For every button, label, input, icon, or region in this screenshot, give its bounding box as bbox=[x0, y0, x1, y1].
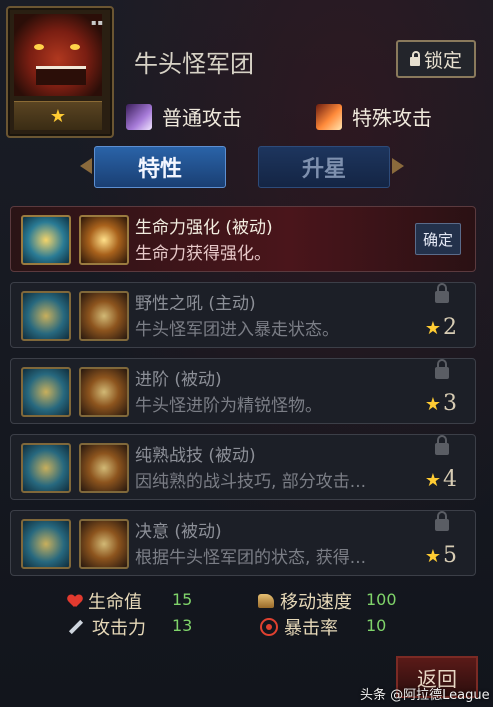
stat-attack-value: 13 bbox=[172, 616, 193, 635]
star-icon: ★ bbox=[49, 105, 67, 127]
skill-row[interactable]: 野性之吼 (主动) 牛头怪军团进入暴走状态。 ★2 bbox=[10, 282, 476, 348]
burst-icon bbox=[79, 291, 129, 341]
lock-icon bbox=[409, 50, 420, 66]
skill-required-stars: ★5 bbox=[424, 543, 457, 568]
hero-panel: ▪▪ ★ 牛头怪军团 锁定 普通攻击 特殊攻击 特性 升星 生命力强化 (被动)… bbox=[0, 0, 493, 707]
star-icon: ★ bbox=[424, 318, 441, 339]
skill-row[interactable]: 决意 (被动) 根据牛头怪军团的状态, 获得... ★5 bbox=[10, 510, 476, 576]
dark-burst-icon bbox=[79, 519, 129, 569]
skill-row[interactable]: 纯熟战技 (被动) 因纯熟的战斗技巧, 部分攻击... ★4 bbox=[10, 434, 476, 500]
resolve-figure-icon bbox=[21, 519, 71, 569]
heart-aura-icon bbox=[21, 215, 71, 265]
padlock-icon bbox=[435, 283, 449, 303]
skill-desc: 根据牛头怪军团的状态, 获得... bbox=[135, 548, 367, 568]
jaw bbox=[36, 66, 86, 85]
hero-portrait[interactable]: ▪▪ ★ bbox=[6, 6, 114, 138]
skill-name: 生命力强化 (被动) bbox=[135, 218, 273, 238]
star-icon: ★ bbox=[424, 470, 441, 491]
crosshair-icon bbox=[260, 618, 278, 636]
hero-star-rating: ★ bbox=[14, 101, 102, 130]
tab-left-arrow-icon bbox=[80, 158, 92, 174]
skill-desc: 生命力获得强化。 bbox=[135, 244, 271, 264]
stat-label: 暴击率 bbox=[284, 618, 338, 639]
tab-traits[interactable]: 特性 bbox=[94, 146, 226, 188]
padlock-icon bbox=[435, 435, 449, 455]
skill-name: 进阶 (被动) bbox=[135, 370, 222, 390]
beast-roar-icon bbox=[21, 291, 71, 341]
fighter-icon bbox=[21, 443, 71, 493]
skill-required-stars: ★4 bbox=[424, 467, 457, 492]
boot-icon bbox=[258, 594, 274, 608]
normal-attack-label: 普通攻击 bbox=[162, 106, 242, 130]
muscle-burst-icon bbox=[79, 443, 129, 493]
fire-slash-icon bbox=[316, 103, 342, 130]
star-icon: ★ bbox=[424, 394, 441, 415]
sword-icon bbox=[68, 619, 84, 635]
special-attack-label: 特殊攻击 bbox=[352, 106, 432, 130]
tab-star-up[interactable]: 升星 bbox=[258, 146, 390, 188]
normal-attack[interactable]: 普通攻击 bbox=[126, 102, 242, 131]
stat-hp-value: 15 bbox=[172, 590, 193, 609]
watermark: 头条 @阿拉德League bbox=[360, 688, 490, 703]
skill-row[interactable]: 生命力强化 (被动) 生命力获得强化。 确定 bbox=[10, 206, 476, 272]
skill-desc: 牛头怪军团进入暴走状态。 bbox=[135, 320, 339, 340]
heart-icon bbox=[68, 595, 82, 608]
special-attack[interactable]: 特殊攻击 bbox=[316, 102, 432, 131]
skill-desc: 牛头怪进阶为精锐怪物。 bbox=[135, 396, 322, 416]
stat-label: 生命值 bbox=[88, 592, 142, 613]
target-ring-icon bbox=[79, 367, 129, 417]
sword-icon bbox=[79, 215, 129, 265]
skill-required-stars: ★2 bbox=[424, 315, 457, 340]
skill-list: 生命力强化 (被动) 生命力获得强化。 确定 野性之吼 (主动) 牛头怪军团进入… bbox=[10, 206, 476, 586]
minotaur-portrait-image bbox=[14, 14, 102, 96]
stat-move-speed: 移动速度 bbox=[258, 588, 352, 614]
rank-medal-icon bbox=[21, 367, 71, 417]
stat-hp: 生命值 bbox=[68, 588, 142, 614]
purple-slash-icon bbox=[126, 103, 152, 130]
skill-desc: 因纯熟的战斗技巧, 部分攻击... bbox=[135, 472, 367, 492]
stat-crit-rate: 暴击率 bbox=[260, 614, 338, 640]
skill-name: 纯熟战技 (被动) bbox=[135, 446, 256, 466]
portrait-dots-icon: ▪▪ bbox=[91, 18, 104, 27]
skill-name: 野性之吼 (主动) bbox=[135, 294, 256, 314]
stat-crit-rate-value: 10 bbox=[366, 616, 387, 635]
skill-row[interactable]: 进阶 (被动) 牛头怪进阶为精锐怪物。 ★3 bbox=[10, 358, 476, 424]
confirm-button[interactable]: 确定 bbox=[415, 223, 461, 255]
lock-button[interactable]: 锁定 bbox=[396, 40, 476, 78]
tab-right-arrow-icon bbox=[392, 158, 404, 174]
stat-label: 攻击力 bbox=[92, 618, 146, 639]
padlock-icon bbox=[435, 511, 449, 531]
hero-name: 牛头怪军团 bbox=[134, 50, 254, 78]
skill-name: 决意 (被动) bbox=[135, 522, 222, 542]
eye-left bbox=[34, 44, 44, 50]
stat-attack: 攻击力 bbox=[66, 614, 146, 640]
stat-move-speed-value: 100 bbox=[366, 590, 397, 609]
skill-required-stars: ★3 bbox=[424, 391, 457, 416]
lock-button-label: 锁定 bbox=[423, 49, 462, 72]
padlock-icon bbox=[435, 359, 449, 379]
star-icon: ★ bbox=[424, 546, 441, 567]
stat-label: 移动速度 bbox=[280, 592, 352, 613]
eye-right bbox=[70, 44, 80, 50]
